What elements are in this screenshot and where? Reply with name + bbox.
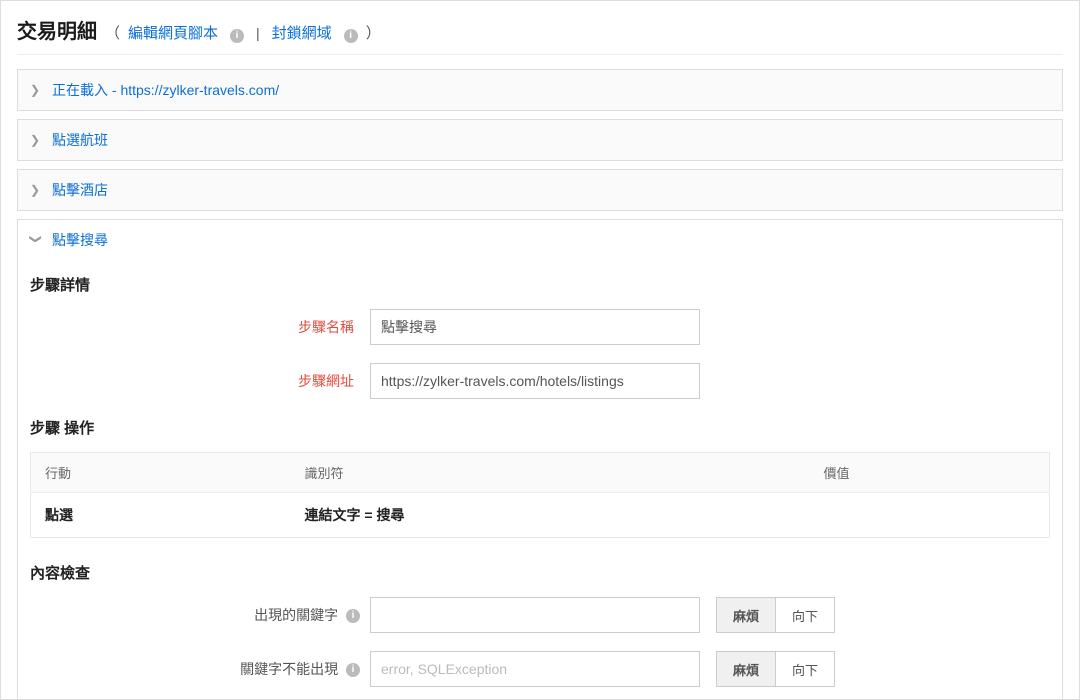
cell-value (810, 493, 1050, 538)
panel-hotels: ❯ 點擊酒店 (17, 169, 1063, 211)
panel-header-flights[interactable]: ❯ 點選航班 (18, 120, 1062, 160)
keyword-present-input[interactable] (370, 597, 700, 633)
content-check-title: 內容檢查 (30, 562, 1050, 583)
edit-script-link[interactable]: 編輯網頁腳本 (128, 22, 218, 43)
page-title: 交易明細 (17, 15, 97, 44)
case-btn-down[interactable]: 向下 (775, 652, 834, 686)
step-actions-title: 步驟 操作 (30, 417, 1050, 438)
block-domain-link[interactable]: 封鎖網域 (272, 22, 332, 43)
cc-label-text: 出現的關鍵字 (254, 607, 338, 623)
panel-header-loading[interactable]: ❯ 正在載入 - https://zylker-travels.com/ (18, 70, 1062, 110)
info-icon[interactable]: i (346, 663, 360, 677)
col-identifier: 識別符 (291, 453, 810, 493)
cc-label-text: 關鍵字不能出現 (240, 661, 338, 677)
actions-table: 行動 識別符 價值 點選 連結文字 = 搜尋 (30, 452, 1050, 538)
keyword-present-label: 出現的關鍵字 i (30, 605, 370, 625)
step-url-label: 步驟網址 (30, 371, 370, 391)
col-action: 行動 (31, 453, 291, 493)
panel-title-hotels: 點擊酒店 (52, 180, 108, 200)
chevron-right-icon: ❯ (30, 83, 42, 97)
panel-header-search[interactable]: ❯ 點擊搜尋 (18, 220, 1062, 260)
chevron-right-icon: ❯ (30, 133, 42, 147)
keyword-absent-label: 關鍵字不能出現 i (30, 659, 370, 679)
case-btn-trouble[interactable]: 麻煩 (717, 652, 775, 686)
chevron-right-icon: ❯ (30, 183, 42, 197)
info-icon[interactable]: i (344, 29, 358, 43)
table-header-row: 行動 識別符 價值 (31, 453, 1050, 493)
panel-title-search: 點擊搜尋 (52, 230, 108, 250)
panel-body-search: 步驟詳情 步驟名稱 步驟網址 步驟 操作 行動 識別符 價值 (18, 260, 1062, 700)
case-btn-down[interactable]: 向下 (775, 598, 834, 632)
step-details-title: 步驟詳情 (30, 274, 1050, 295)
keyword-absent-row: 關鍵字不能出現 i 麻煩 向下 (30, 651, 1050, 687)
panel-header-hotels[interactable]: ❯ 點擊酒店 (18, 170, 1062, 210)
panel-search: ❯ 點擊搜尋 步驟詳情 步驟名稱 步驟網址 步驟 操作 行動 識別符 價值 (17, 219, 1063, 700)
paren-open: （ (105, 22, 120, 43)
step-url-row: 步驟網址 (30, 363, 1050, 399)
panel-loading: ❯ 正在載入 - https://zylker-travels.com/ (17, 69, 1063, 111)
header-separator: | (252, 25, 264, 41)
case-toggle: 麻煩 向下 (716, 651, 835, 687)
step-name-label: 步驟名稱 (30, 317, 370, 337)
cell-identifier: 連結文字 = 搜尋 (291, 493, 810, 538)
step-url-input[interactable] (370, 363, 700, 399)
panel-flights: ❯ 點選航班 (17, 119, 1063, 161)
panel-title-flights: 點選航班 (52, 130, 108, 150)
panel-title-loading: 正在載入 - https://zylker-travels.com/ (52, 80, 279, 100)
info-icon[interactable]: i (346, 609, 360, 623)
paren-close: ） (366, 22, 381, 43)
cell-action: 點選 (31, 493, 291, 538)
chevron-down-icon: ❯ (29, 234, 43, 246)
info-icon[interactable]: i (230, 29, 244, 43)
keyword-present-row: 出現的關鍵字 i 麻煩 向下 (30, 597, 1050, 633)
step-name-input[interactable] (370, 309, 700, 345)
page-header: 交易明細 （ 編輯網頁腳本 i | 封鎖網域 i ） (17, 15, 1063, 55)
table-row[interactable]: 點選 連結文字 = 搜尋 (31, 493, 1050, 538)
step-name-row: 步驟名稱 (30, 309, 1050, 345)
page-container: 交易明細 （ 編輯網頁腳本 i | 封鎖網域 i ） ❯ 正在載入 - http… (0, 0, 1080, 700)
case-toggle: 麻煩 向下 (716, 597, 835, 633)
case-btn-trouble[interactable]: 麻煩 (717, 598, 775, 632)
keyword-absent-input[interactable] (370, 651, 700, 687)
col-value: 價值 (810, 453, 1050, 493)
